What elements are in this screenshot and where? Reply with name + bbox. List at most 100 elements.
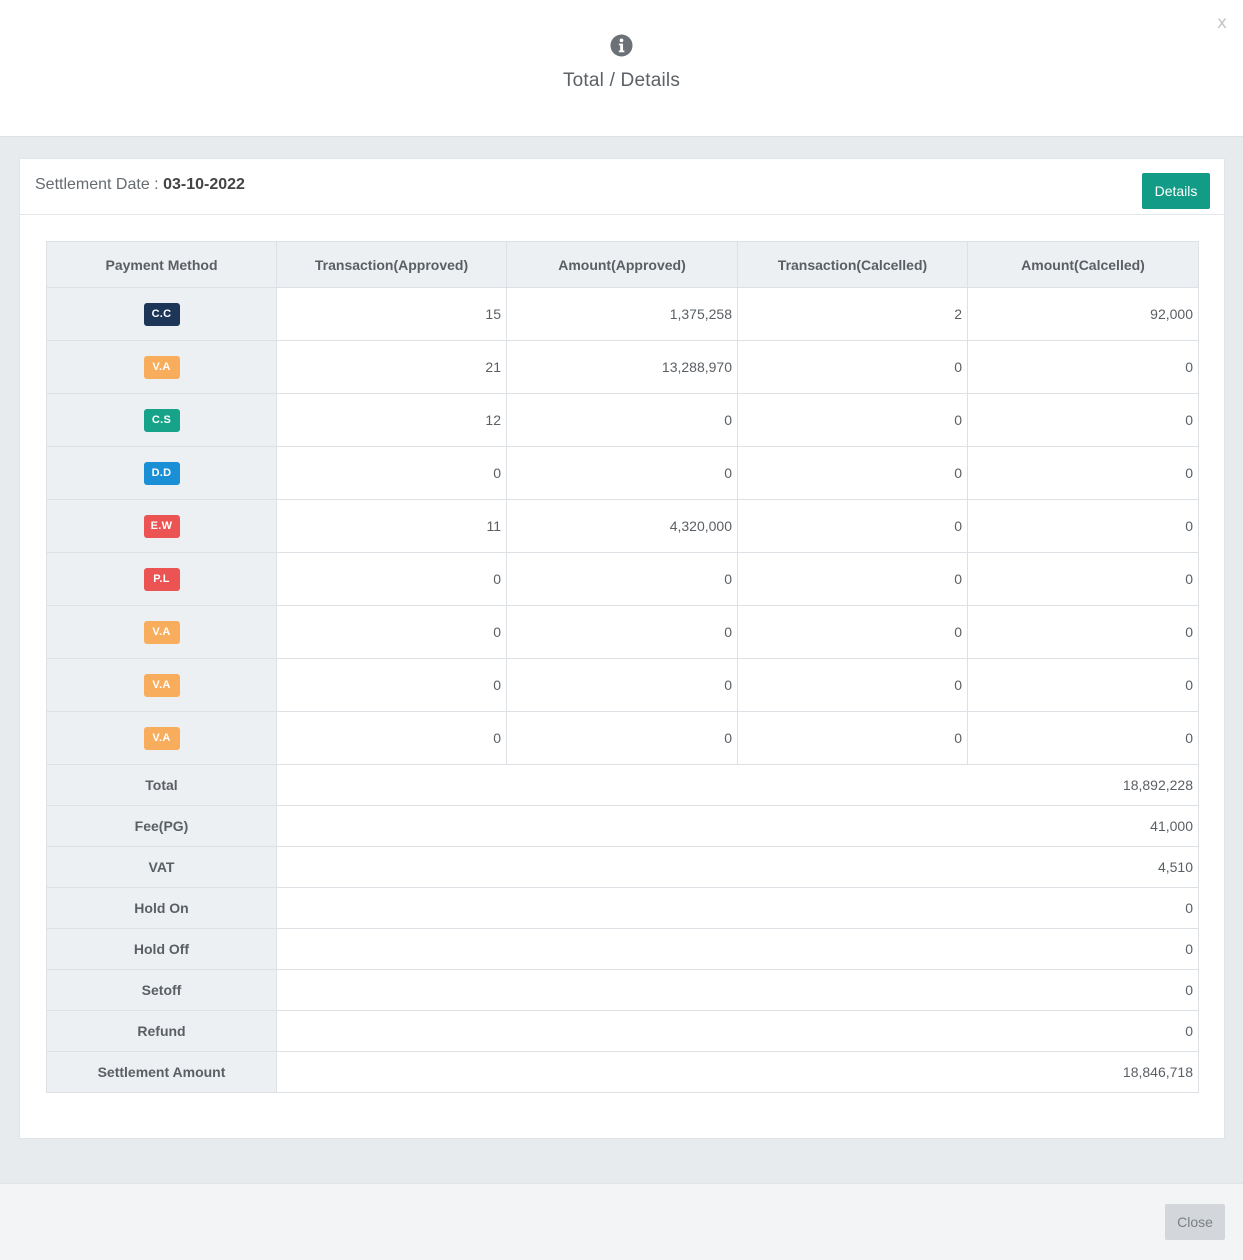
column-header: Transaction(Calcelled): [737, 241, 968, 288]
amt-cancelled-cell: 0: [967, 393, 1199, 447]
payment-method-cell: V.A: [46, 658, 277, 712]
summary-row: Total 18,892,228: [46, 764, 1199, 806]
info-icon: [610, 34, 633, 57]
modal-title: Total / Details: [562, 70, 681, 91]
table-row: V.A 0 0 0 0: [46, 711, 1199, 765]
tx-cancelled-cell: 0: [737, 658, 968, 712]
table-row: C.S 12 0 0 0: [46, 393, 1199, 447]
table-row: D.D 0 0 0 0: [46, 446, 1199, 500]
tx-approved-cell: 11: [276, 499, 507, 553]
tx-approved-cell: 21: [276, 340, 507, 394]
summary-value: 0: [276, 1010, 1199, 1052]
settlement-table: Payment Method Transaction(Approved) Amo…: [46, 241, 1199, 1093]
amt-approved-cell: 0: [506, 552, 738, 606]
tx-approved-cell: 0: [276, 658, 507, 712]
payment-method-badge: D.D: [143, 461, 180, 485]
amt-cancelled-cell: 0: [967, 340, 1199, 394]
amt-cancelled-cell: 0: [967, 711, 1199, 765]
tx-cancelled-cell: 0: [737, 499, 968, 553]
amt-approved-cell: 4,320,000: [506, 499, 738, 553]
payment-method-badge: V.A: [143, 726, 180, 750]
tx-approved-cell: 0: [276, 711, 507, 765]
card-header: Settlement Date : 03-10-2022 Details: [20, 159, 1224, 215]
tx-cancelled-cell: 0: [737, 711, 968, 765]
payment-method-badge: V.A: [143, 673, 180, 697]
summary-label: Fee(PG): [46, 805, 277, 847]
tx-approved-cell: 15: [276, 287, 507, 341]
payment-method-badge: V.A: [143, 355, 180, 379]
summary-value: 0: [276, 887, 1199, 929]
summary-value: 18,846,718: [276, 1051, 1199, 1093]
summary-value: 41,000: [276, 805, 1199, 847]
payment-method-badge: C.C: [143, 302, 180, 326]
summary-row: Settlement Amount 18,846,718: [46, 1051, 1199, 1093]
payment-method-rows: C.C 15 1,375,258 2 92,000 V.A 21 13,288,970 0 0 C.…: [46, 287, 1199, 765]
amt-approved-cell: 0: [506, 658, 738, 712]
tx-cancelled-cell: 0: [737, 446, 968, 500]
payment-method-badge: P.L: [143, 567, 180, 591]
amt-approved-cell: 13,288,970: [506, 340, 738, 394]
tx-approved-cell: 0: [276, 605, 507, 659]
amt-cancelled-cell: 0: [967, 499, 1199, 553]
amt-approved-cell: 0: [506, 446, 738, 500]
payment-method-badge: E.W: [143, 514, 180, 538]
table-row: E.W 11 4,320,000 0 0: [46, 499, 1199, 553]
summary-row: Hold On 0: [46, 887, 1199, 929]
details-button[interactable]: Details: [1142, 173, 1210, 209]
summary-label: VAT: [46, 846, 277, 888]
settlement-date-value: 03-10-2022: [163, 176, 245, 193]
amt-approved-cell: 1,375,258: [506, 287, 738, 341]
summary-label: Total: [46, 764, 277, 806]
amt-cancelled-cell: 0: [967, 605, 1199, 659]
column-header: Transaction(Approved): [276, 241, 507, 288]
payment-method-badge: V.A: [143, 620, 180, 644]
summary-value: 0: [276, 969, 1199, 1011]
column-header: Amount(Approved): [506, 241, 738, 288]
tx-cancelled-cell: 2: [737, 287, 968, 341]
summary-label: Hold On: [46, 887, 277, 929]
column-header: Payment Method: [46, 241, 277, 288]
amt-cancelled-cell: 0: [967, 446, 1199, 500]
amt-cancelled-cell: 0: [967, 658, 1199, 712]
table-header-row: Payment Method Transaction(Approved) Amo…: [46, 241, 1199, 288]
payment-method-cell: C.C: [46, 287, 277, 341]
payment-method-cell: V.A: [46, 340, 277, 394]
summary-label: Hold Off: [46, 928, 277, 970]
settlement-date-row: Settlement Date : 03-10-2022: [35, 176, 245, 194]
summary-rows: Total 18,892,228 Fee(PG) 41,000 VAT 4,510 Hold…: [46, 764, 1199, 1093]
table-row: V.A 0 0 0 0: [46, 658, 1199, 712]
summary-label: Setoff: [46, 969, 277, 1011]
tx-cancelled-cell: 0: [737, 552, 968, 606]
settlement-card: Settlement Date : 03-10-2022 Details Pay…: [19, 158, 1225, 1139]
amt-approved-cell: 0: [506, 605, 738, 659]
table-row: C.C 15 1,375,258 2 92,000: [46, 287, 1199, 341]
amt-cancelled-cell: 0: [967, 552, 1199, 606]
payment-method-cell: C.S: [46, 393, 277, 447]
payment-method-cell: D.D: [46, 446, 277, 500]
summary-row: VAT 4,510: [46, 846, 1199, 888]
summary-row: Refund 0: [46, 1010, 1199, 1052]
table-row: P.L 0 0 0 0: [46, 552, 1199, 606]
tx-approved-cell: 0: [276, 552, 507, 606]
tx-cancelled-cell: 0: [737, 393, 968, 447]
modal-header: Total / Details x: [0, 0, 1243, 137]
amt-approved-cell: 0: [506, 393, 738, 447]
summary-row: Hold Off 0: [46, 928, 1199, 970]
summary-label: Refund: [46, 1010, 277, 1052]
close-icon[interactable]: x: [1217, 13, 1227, 33]
tx-cancelled-cell: 0: [737, 605, 968, 659]
payment-method-cell: P.L: [46, 552, 277, 606]
amt-approved-cell: 0: [506, 711, 738, 765]
table-row: V.A 21 13,288,970 0 0: [46, 340, 1199, 394]
summary-row: Fee(PG) 41,000: [46, 805, 1199, 847]
close-button[interactable]: Close: [1165, 1204, 1225, 1240]
payment-method-cell: V.A: [46, 605, 277, 659]
modal-footer: Close: [0, 1183, 1243, 1260]
table-row: V.A 0 0 0 0: [46, 605, 1199, 659]
payment-method-badge: C.S: [143, 408, 180, 432]
settlement-date-label: Settlement Date :: [35, 176, 164, 193]
tx-approved-cell: 12: [276, 393, 507, 447]
payment-method-cell: V.A: [46, 711, 277, 765]
tx-cancelled-cell: 0: [737, 340, 968, 394]
summary-label: Settlement Amount: [46, 1051, 277, 1093]
